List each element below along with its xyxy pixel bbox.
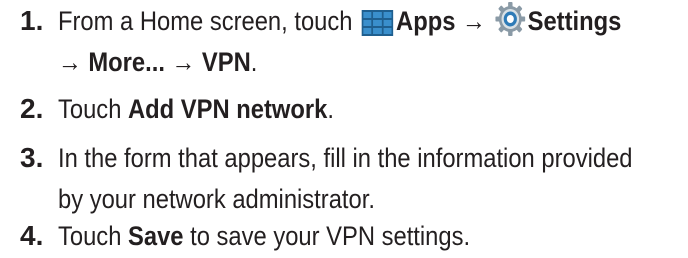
step-1-line-2: → More... → VPN. — [58, 43, 257, 81]
step-text: . — [250, 47, 258, 77]
step-text: to save your VPN settings. — [183, 221, 471, 251]
step-text: Touch — [58, 94, 129, 124]
vpn-label: VPN — [201, 47, 251, 77]
step-4-line-1: Touch Save to save your VPN settings. — [58, 217, 470, 255]
step-number: 4. — [20, 220, 44, 251]
step-number: 3. — [20, 142, 44, 173]
step-text: Touch — [58, 221, 129, 251]
settings-label: Settings — [527, 6, 622, 36]
apps-label: Apps — [396, 6, 456, 36]
arrow: → — [164, 47, 202, 77]
step-2-line-1: Touch Add VPN network. — [58, 90, 334, 128]
arrow: → — [58, 47, 89, 77]
step-3-line-1: In the form that appears, fill in the in… — [58, 143, 633, 173]
step-1-line-1: From a Home screen, touch Apps → Setting… — [58, 2, 621, 46]
more-label: More... — [88, 47, 165, 77]
arrow: → — [455, 6, 493, 36]
step-3-line-2: by your network administrator. — [58, 184, 375, 214]
instruction-list: 1. From a Home screen, touch Apps → Sett… — [0, 0, 688, 258]
apps-grid-icon — [361, 8, 394, 46]
add-vpn-network-label: Add VPN network — [128, 94, 328, 124]
step-number: 1. — [20, 5, 44, 36]
step-text: From a Home screen, touch — [58, 6, 360, 36]
step-text: . — [327, 94, 334, 124]
save-label: Save — [128, 221, 184, 251]
settings-gear-icon — [495, 2, 525, 46]
step-number: 2. — [20, 93, 44, 124]
